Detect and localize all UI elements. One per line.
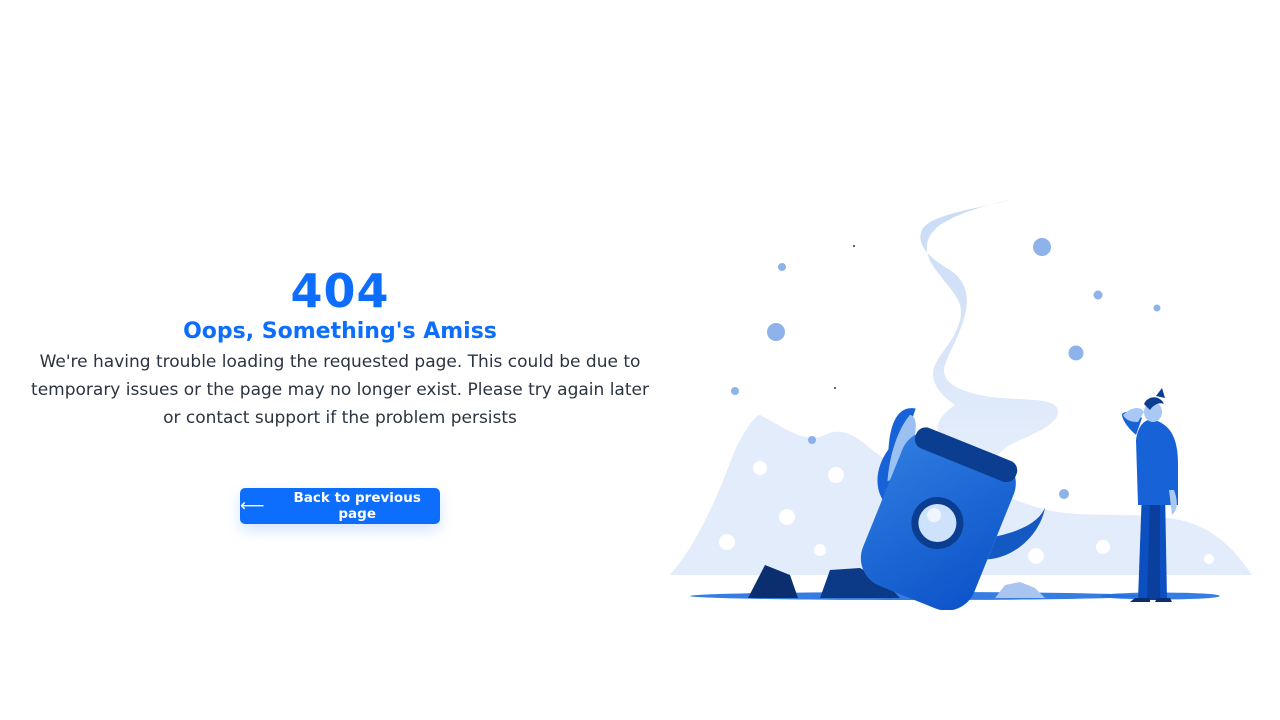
bubble	[1153, 304, 1161, 312]
error-code: 404	[290, 264, 390, 318]
bubble	[808, 436, 816, 444]
error-title: Oops, Something's Amiss	[183, 319, 497, 344]
bubble	[1093, 290, 1103, 300]
bubble	[731, 387, 739, 395]
back-button-label: Back to previous page	[293, 490, 421, 522]
back-button[interactable]: ⟵ Back to previous page	[240, 488, 440, 524]
error-description: We're having trouble loading the request…	[31, 352, 649, 428]
error-content: 404 Oops, Something's Amiss We're having…	[20, 262, 660, 432]
bubble	[1059, 489, 1069, 499]
bubble	[767, 323, 785, 341]
bubble	[778, 263, 786, 271]
bubble	[1033, 238, 1051, 256]
bubble	[1068, 345, 1084, 361]
crashed-rocket-illustration	[670, 200, 1252, 610]
error-page: 404 Oops, Something's Amiss We're having…	[0, 0, 1280, 720]
arrow-left-icon: ⟵	[240, 495, 265, 516]
